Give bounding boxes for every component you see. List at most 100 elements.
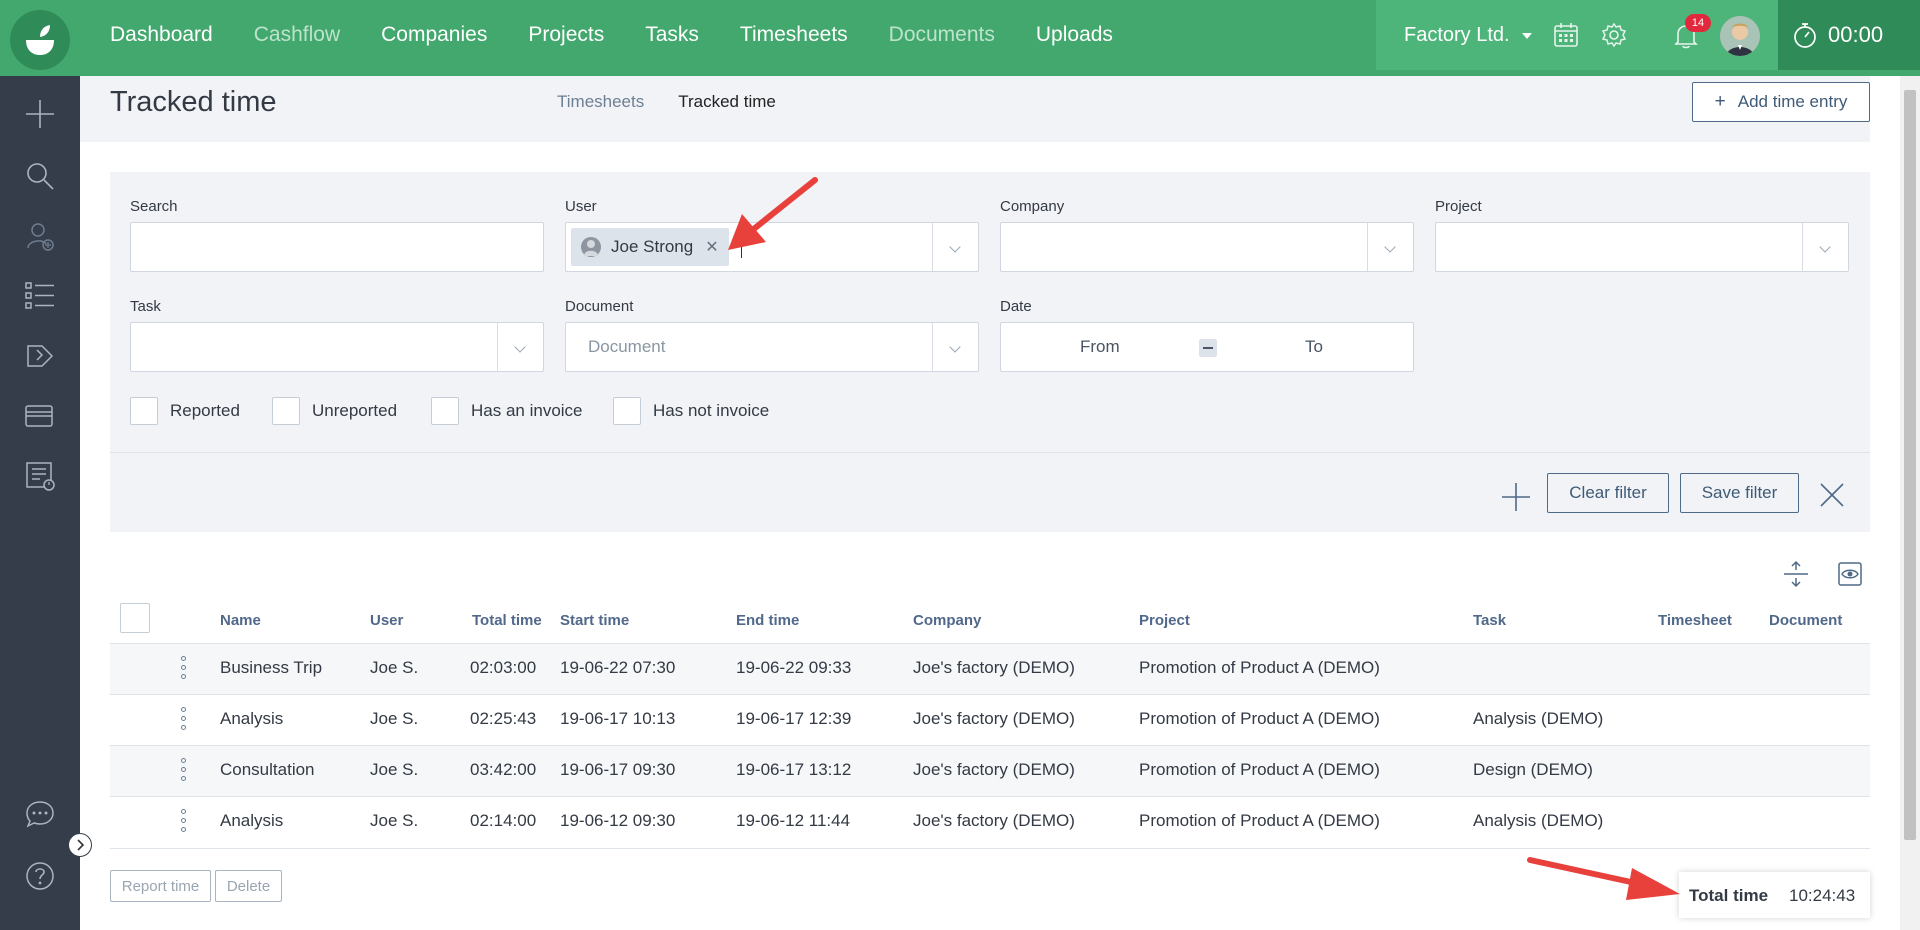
tab-timesheets[interactable]: Timesheets: [557, 92, 644, 112]
nav-uploads[interactable]: Uploads: [1036, 23, 1113, 47]
date-from[interactable]: From: [1080, 337, 1120, 357]
cell-user: Joe S.: [370, 658, 419, 677]
chevron-down-icon[interactable]: [932, 223, 978, 271]
project-select[interactable]: [1435, 222, 1849, 272]
table-row[interactable]: Analysis Joe S. 02:14:00 19-06-12 09:30 …: [110, 796, 1870, 847]
col-start-time[interactable]: Start time: [560, 612, 629, 629]
table-row[interactable]: Analysis Joe S. 02:25:43 19-06-17 10:13 …: [110, 694, 1870, 745]
timer-value: 00:00: [1828, 22, 1884, 47]
chevron-right-icon: [77, 839, 85, 851]
cell-name: Analysis: [220, 811, 284, 830]
cell-project: Promotion of Product A (DEMO): [1139, 709, 1380, 728]
plus-icon[interactable]: [24, 98, 56, 130]
company-label: Company: [1000, 198, 1065, 215]
task-list-icon[interactable]: [24, 280, 56, 312]
delete-button[interactable]: Delete: [215, 870, 282, 902]
total-time-box: Total time 10:24:43: [1679, 872, 1870, 918]
col-project[interactable]: Project: [1139, 612, 1190, 629]
credit-card-icon[interactable]: [24, 400, 56, 432]
add-filter-plus-icon[interactable]: [1500, 481, 1532, 513]
add-time-entry-button[interactable]: + Add time entry: [1692, 82, 1870, 122]
has-invoice-checkbox[interactable]: [431, 397, 459, 425]
col-end-time[interactable]: End time: [736, 612, 799, 629]
annotation-arrow-icon: [728, 177, 818, 250]
nav-companies[interactable]: Companies: [381, 23, 487, 47]
filter-panel: Search User Joe Strong ✕ Company Project…: [110, 172, 1870, 532]
page-title: Tracked time: [110, 86, 277, 118]
chat-icon[interactable]: [24, 798, 56, 830]
col-user[interactable]: User: [370, 612, 403, 629]
report-time-button[interactable]: Report time: [110, 870, 211, 902]
chevron-down-icon[interactable]: [1802, 223, 1848, 271]
tab-tracked-time[interactable]: Tracked time: [678, 92, 776, 112]
save-filter-button[interactable]: Save filter: [1680, 473, 1799, 513]
company-select[interactable]: [1000, 222, 1414, 272]
cell-total-time: 03:42:00: [470, 760, 537, 779]
cell-user: Joe S.: [370, 760, 419, 779]
cell-company: Joe's factory (DEMO): [913, 658, 1075, 677]
sidebar-expand-button[interactable]: [68, 833, 92, 857]
company-name: Factory Ltd.: [1404, 24, 1510, 46]
nav-projects[interactable]: Projects: [528, 23, 604, 47]
col-timesheet[interactable]: Timesheet: [1658, 612, 1732, 629]
cell-task: Analysis (DEMO): [1473, 811, 1604, 830]
date-to[interactable]: To: [1305, 337, 1323, 357]
gear-icon[interactable]: [1600, 21, 1628, 49]
row-menu-icon[interactable]: [180, 656, 188, 682]
nav-cashflow[interactable]: Cashflow: [254, 23, 340, 47]
row-menu-icon[interactable]: [180, 707, 188, 733]
export-arrow-icon[interactable]: [24, 340, 56, 372]
close-icon[interactable]: [1818, 481, 1846, 509]
nav-tasks[interactable]: Tasks: [645, 23, 699, 47]
nav-dashboard[interactable]: Dashboard: [110, 23, 213, 47]
app-logo[interactable]: [10, 10, 70, 70]
chevron-down-icon[interactable]: [932, 323, 978, 371]
scrollbar-thumb[interactable]: [1904, 90, 1916, 840]
page-scrollbar[interactable]: [1900, 76, 1920, 930]
add-contact-icon[interactable]: [24, 220, 56, 252]
unreported-label: Unreported: [312, 401, 398, 420]
col-task[interactable]: Task: [1473, 612, 1506, 629]
row-height-icon[interactable]: [1782, 560, 1810, 588]
table-row[interactable]: Consultation Joe S. 03:42:00 19-06-17 09…: [110, 745, 1870, 796]
document-label: Document: [565, 298, 634, 315]
unreported-checkbox[interactable]: [272, 397, 300, 425]
help-icon[interactable]: [24, 860, 56, 892]
select-all-checkbox[interactable]: [120, 603, 150, 633]
subtabs: Timesheets Tracked time: [557, 92, 810, 112]
has-not-invoice-label: Has not invoice: [653, 401, 770, 420]
timer[interactable]: 00:00: [1778, 0, 1920, 70]
cell-name: Analysis: [220, 709, 284, 728]
date-range-input[interactable]: From To: [1000, 322, 1414, 372]
col-document[interactable]: Document: [1769, 612, 1842, 629]
chevron-down-icon[interactable]: [1367, 223, 1413, 271]
chevron-down-icon[interactable]: [497, 323, 543, 371]
has-not-invoice-checkbox[interactable]: [613, 397, 641, 425]
table-row[interactable]: Business Trip Joe S. 02:03:00 19-06-22 0…: [110, 643, 1870, 694]
nav-documents[interactable]: Documents: [889, 23, 995, 47]
cell-total-time: 02:14:00: [470, 811, 537, 830]
cell-user: Joe S.: [370, 811, 419, 830]
remove-chip-icon[interactable]: ✕: [705, 237, 718, 257]
company-selector[interactable]: Factory Ltd.: [1376, 0, 1778, 70]
reported-checkbox[interactable]: [130, 397, 158, 425]
calendar-icon[interactable]: [1552, 21, 1580, 49]
search-input[interactable]: [130, 222, 544, 272]
timesheet-icon[interactable]: [24, 460, 56, 492]
clear-filter-button[interactable]: Clear filter: [1547, 473, 1669, 513]
document-select[interactable]: Document: [565, 322, 979, 372]
date-label: Date: [1000, 298, 1032, 315]
column-visibility-icon[interactable]: [1836, 560, 1864, 588]
task-select[interactable]: [130, 322, 544, 372]
col-total-time[interactable]: Total time: [472, 612, 542, 629]
row-menu-icon[interactable]: [180, 809, 188, 835]
nav-timesheets[interactable]: Timesheets: [740, 23, 848, 47]
row-menu-icon[interactable]: [180, 758, 188, 784]
user-avatar[interactable]: [1720, 16, 1760, 56]
col-name[interactable]: Name: [220, 612, 261, 629]
cell-task: Design (DEMO): [1473, 760, 1593, 779]
annotation-arrow-icon: [1527, 857, 1680, 900]
cell-company: Joe's factory (DEMO): [913, 760, 1075, 779]
col-company[interactable]: Company: [913, 612, 981, 629]
search-icon[interactable]: [24, 160, 56, 192]
